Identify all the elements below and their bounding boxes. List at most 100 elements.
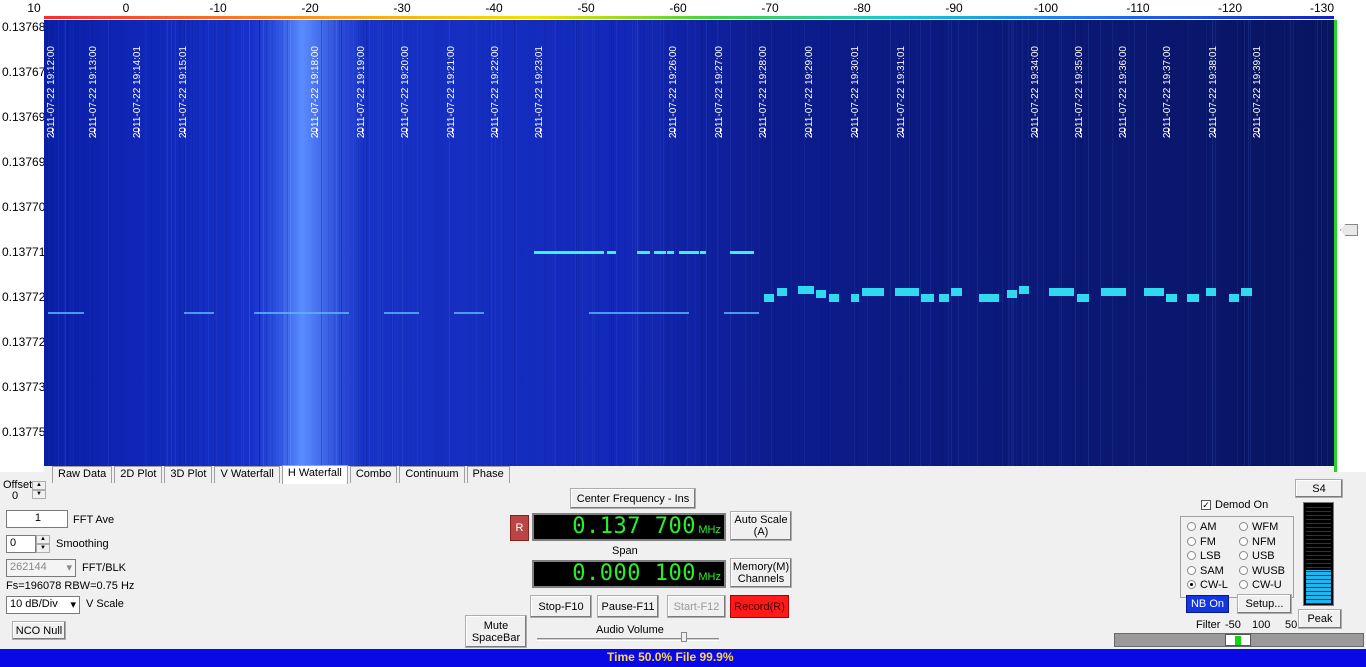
demod-on-label: Demod On xyxy=(1215,499,1269,511)
center-frequency-button[interactable]: Center Frequency - Ins xyxy=(570,488,696,509)
level-slider-thumb[interactable] xyxy=(1340,224,1358,236)
s-meter-segment xyxy=(1306,511,1331,512)
scale-tick: -90 xyxy=(945,1,963,15)
tab-phase[interactable]: Phase xyxy=(466,466,510,483)
mode-radio-wfm[interactable]: WFM xyxy=(1239,521,1278,533)
timestamp-tick xyxy=(856,128,857,134)
radio-icon xyxy=(1187,565,1196,575)
mode-radio-cw-u[interactable]: CW-U xyxy=(1239,579,1282,591)
tab-continuum[interactable]: Continuum xyxy=(399,466,465,483)
mode-radio-lsb[interactable]: LSB xyxy=(1187,550,1221,562)
scale-tick: -130 xyxy=(1309,1,1335,15)
timestamp-tick xyxy=(406,128,407,134)
tab-h-waterfall[interactable]: H Waterfall xyxy=(281,465,348,484)
memory-channels-button[interactable]: Memory(M) Channels xyxy=(730,558,792,588)
timestamp-tick xyxy=(720,128,721,134)
frequency-axis-label: 0.13769 xyxy=(2,155,44,169)
mode-radio-wusb[interactable]: WUSB xyxy=(1239,565,1285,577)
demod-on-checkbox[interactable]: ✓ xyxy=(1201,500,1211,510)
mode-radio-fm[interactable]: FM xyxy=(1187,536,1216,548)
filter-value-mid: 100 xyxy=(1252,619,1271,631)
stop-button[interactable]: Stop-F10 xyxy=(530,595,592,618)
timestamp-tick xyxy=(184,128,185,134)
level-slider[interactable] xyxy=(1334,20,1366,472)
r-button[interactable]: R xyxy=(510,515,529,541)
radio-icon xyxy=(1239,580,1248,589)
span-display[interactable]: 0.000 100 MHz xyxy=(532,560,726,588)
s-meter-segment xyxy=(1306,515,1331,516)
mode-label: USB xyxy=(1252,550,1275,562)
timestamp-tick xyxy=(496,128,497,134)
pause-button[interactable]: Pause-F11 xyxy=(597,595,659,618)
peak-button[interactable]: Peak xyxy=(1298,609,1342,629)
mode-radio-am[interactable]: AM xyxy=(1187,521,1217,533)
offset-spinner[interactable]: ▲ ▼ xyxy=(32,481,46,499)
setup-button[interactable]: Setup... xyxy=(1237,594,1292,614)
timestamp-tick xyxy=(1258,128,1259,134)
scale-tick: -50 xyxy=(577,1,595,15)
audio-volume-slider[interactable] xyxy=(537,632,719,642)
fft-blk-select[interactable]: 262144 ▾ xyxy=(6,559,76,577)
timestamp-label: 2011-07-22 19:38:01 xyxy=(1208,46,1219,139)
mode-label: SAM xyxy=(1200,564,1224,577)
filter-slider[interactable] xyxy=(1114,633,1364,647)
filter-slider-thumb[interactable] xyxy=(1225,634,1251,646)
vscale-label: V Scale xyxy=(86,598,124,610)
spin-up-icon[interactable]: ▲ xyxy=(32,481,46,490)
timestamp-label: 2011-07-22 19:18:00 xyxy=(310,46,321,139)
start-button[interactable]: Start-F12 xyxy=(667,595,726,618)
timestamp-label: 2011-07-22 19:12:00 xyxy=(46,46,57,139)
tab-combo[interactable]: Combo xyxy=(349,466,398,483)
auto-scale-button[interactable]: Auto Scale (A) xyxy=(730,511,792,541)
nb-on-button[interactable]: NB On xyxy=(1186,595,1229,613)
timestamp-tick xyxy=(1168,128,1169,134)
vscale-select[interactable]: 10 dB/Div ▾ xyxy=(6,596,80,614)
s-meter-segment xyxy=(1306,563,1331,564)
timestamp-label: 2011-07-22 19:20:00 xyxy=(400,46,411,139)
s-meter-label[interactable]: S4 xyxy=(1295,479,1343,498)
waterfall-display[interactable]: 2011-07-22 19:12:00 2011-07-22 19:13:00 20… xyxy=(44,20,1334,466)
tab-3d-plot[interactable]: 3D Plot xyxy=(164,466,213,483)
spin-down-icon[interactable]: ▼ xyxy=(32,490,46,499)
nco-null-button[interactable]: NCO Null xyxy=(12,621,66,640)
record-button[interactable]: Record(R) xyxy=(730,595,789,618)
scale-tick: -110 xyxy=(1126,1,1150,15)
s-meter-segment xyxy=(1306,575,1331,576)
timestamp-label: 2011-07-22 19:36:00 xyxy=(1118,46,1129,139)
fft-ave-label: FFT Ave xyxy=(73,514,115,526)
s-meter-segment xyxy=(1306,543,1331,544)
mode-label: NFM xyxy=(1252,535,1276,548)
s-meter-segment xyxy=(1306,599,1331,600)
mode-label: CW-U xyxy=(1252,579,1282,591)
audio-volume-thumb[interactable] xyxy=(681,632,687,642)
s-meter-segment xyxy=(1306,587,1331,588)
timestamp-label: 2011-07-22 19:22:00 xyxy=(490,46,501,139)
mute-button[interactable]: Mute SpaceBar xyxy=(465,615,527,648)
frequency-axis-label: 0.13770 xyxy=(2,200,44,214)
dropdown-arrow-icon: ▾ xyxy=(70,599,76,611)
tab-2d-plot[interactable]: 2D Plot xyxy=(114,466,163,483)
mode-radio-cw-l[interactable]: CW-L xyxy=(1187,579,1228,591)
mode-radio-nfm[interactable]: NFM xyxy=(1239,536,1276,548)
frequency-axis-label: 0.13773 xyxy=(2,380,44,394)
fft-ave-input[interactable]: 1 xyxy=(6,510,68,528)
fft-blk-label: FFT/BLK xyxy=(82,562,127,574)
mode-radio-sam[interactable]: SAM xyxy=(1187,565,1224,577)
tab-v-waterfall[interactable]: V Waterfall xyxy=(214,466,280,483)
spin-down-icon[interactable]: ▼ xyxy=(36,544,50,553)
mode-radio-usb[interactable]: USB xyxy=(1239,550,1275,562)
vscale-value: 10 dB/Div xyxy=(10,598,58,610)
offset-value: 0 xyxy=(12,490,19,502)
tab-raw-data[interactable]: Raw Data xyxy=(52,466,113,483)
timestamp-label: 2011-07-22 19:35:00 xyxy=(1074,46,1085,139)
timestamp-tick xyxy=(452,128,453,134)
smoothing-spinner[interactable]: ▲ ▼ xyxy=(36,535,50,553)
smoothing-input[interactable]: 0 xyxy=(6,535,36,553)
frequency-display[interactable]: 0.137 700 MHz xyxy=(532,513,726,541)
timestamp-tick xyxy=(138,128,139,134)
spin-up-icon[interactable]: ▲ xyxy=(36,535,50,544)
frequency-unit: MHz xyxy=(698,524,721,536)
scale-tick: -70 xyxy=(761,1,779,15)
fft-blk-value: 262144 xyxy=(10,561,47,573)
mode-label: AM xyxy=(1200,521,1217,533)
